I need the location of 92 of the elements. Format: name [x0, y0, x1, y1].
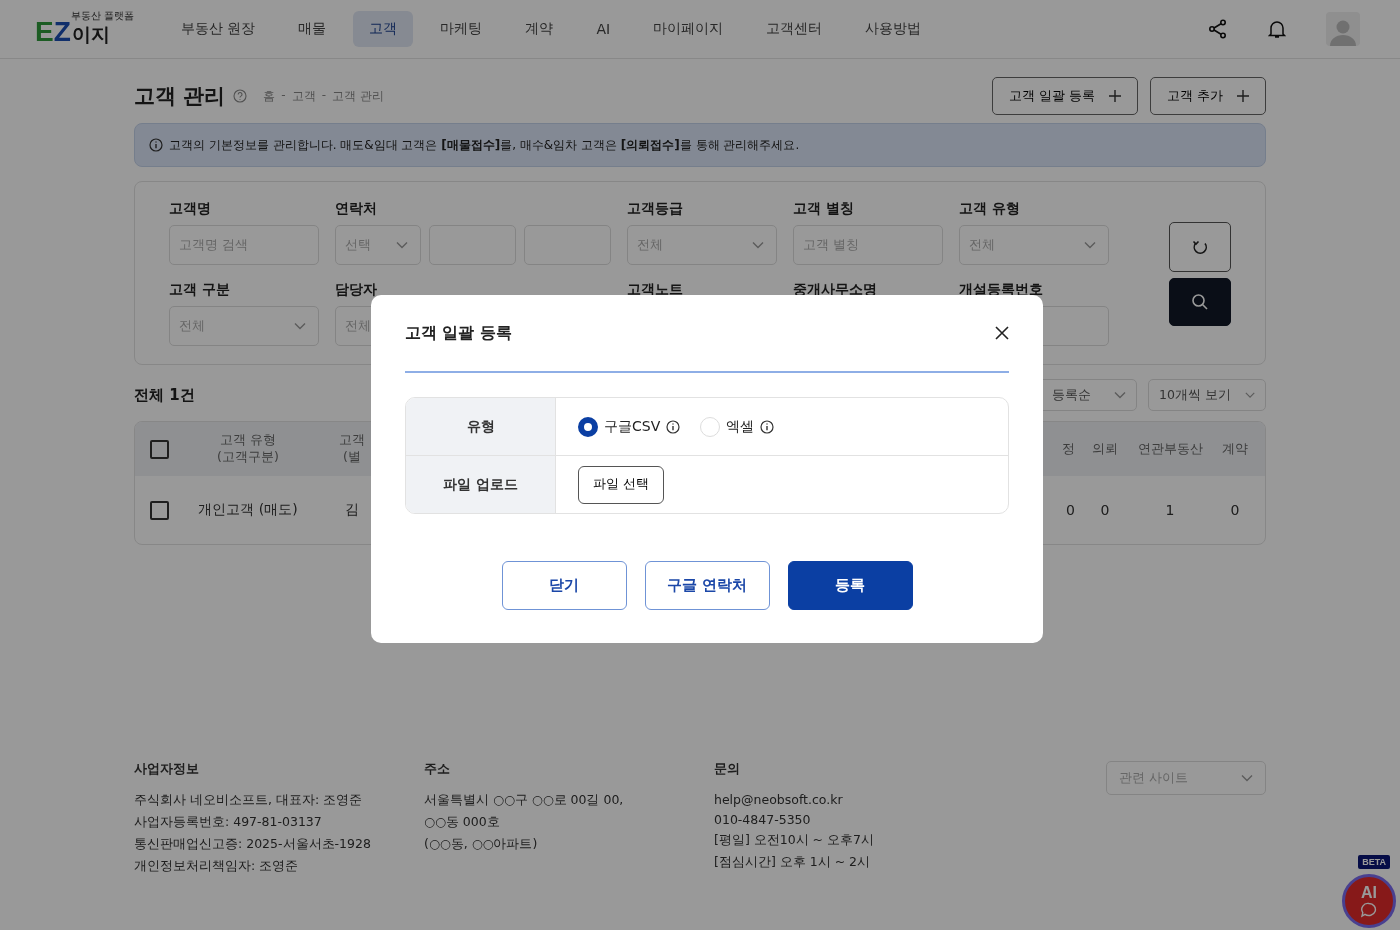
share-icon[interactable] — [1208, 19, 1228, 39]
nav-tab[interactable]: 마이페이지 — [637, 11, 740, 47]
register-button[interactable]: 등록 — [787, 561, 913, 610]
bell-icon[interactable] — [1268, 19, 1286, 39]
notice-text: 고객의 기본정보를 관리합니다. 매도&임대 고객은 [매물접수]를, 매수&임차 고객은 [의뢰접수]를 통해 관리해주세요. — [169, 136, 800, 154]
nav-tab[interactable]: 고객 — [353, 11, 414, 47]
breadcrumb-separator: - — [281, 87, 286, 104]
dialog-button[interactable]: 구글 연락처 — [644, 561, 770, 610]
footer-text: 사업자등록번호: 497-81-03137 — [134, 814, 323, 831]
chat-icon — [1360, 902, 1378, 918]
info-icon — [666, 419, 681, 434]
footer-text: ○○동 000호 — [424, 814, 501, 831]
checkbox[interactable] — [150, 439, 169, 459]
beta-badge: BETA — [1358, 855, 1390, 869]
footer-text: [평일] 오전10시 ~ 오후7시 — [714, 832, 875, 849]
chevron-down-icon — [294, 322, 306, 330]
table-cell-text: 개인고객 (매도) — [197, 501, 299, 519]
dialog-title: 고객 일괄 등록 — [405, 322, 512, 344]
field-label: 담당자 — [335, 281, 378, 299]
footer-text: 개인정보처리책임자: 조영준 — [134, 858, 300, 875]
footer-heading: 사업자정보 — [134, 761, 200, 778]
add-button[interactable]: 고객 추가 — [1150, 77, 1266, 115]
nav-tab[interactable]: 고객센터 — [750, 11, 839, 47]
logo-mark[interactable]: EZ — [35, 15, 71, 48]
plus-icon — [1109, 90, 1121, 102]
field-label: 고객노트 — [627, 281, 684, 299]
chevron-down-icon — [1114, 391, 1126, 399]
radio-label[interactable]: 엑셀 — [726, 417, 755, 436]
footer-text: 서울특별시 ○○구 ○○로 00길 00, — [424, 792, 625, 809]
field-label: 고객 구분 — [169, 281, 231, 299]
radio-button[interactable] — [578, 416, 598, 437]
footer-text: (○○동, ○○아파트) — [424, 836, 539, 853]
nav-tab[interactable]: 사용방법 — [849, 11, 938, 47]
field-label: 고객명 — [169, 200, 212, 218]
chevron-down-icon — [1244, 391, 1255, 399]
column-header: 연관부동산 — [1136, 440, 1204, 458]
footer-text: 010-4847-5350 — [714, 812, 812, 827]
info-icon — [760, 419, 775, 434]
footer-text: help@neobsoft.co.kr — [714, 792, 844, 807]
file-select-button[interactable]: 파일 선택 — [578, 465, 664, 504]
search-icon — [1191, 293, 1209, 311]
breadcrumb-link[interactable]: 홈 — [263, 87, 276, 105]
reset-button[interactable] — [1169, 222, 1231, 272]
table-cell-text: 0 — [1065, 502, 1075, 518]
footer-text: 주식회사 네오비소프트, 대표자: 조영준 — [134, 792, 364, 809]
field-label: 고객 별칭 — [793, 200, 855, 218]
footer-text: [점심시간] 오후 1시 ~ 2시 — [714, 854, 872, 871]
close-icon[interactable] — [995, 326, 1009, 340]
radio-label[interactable]: 구글CSV — [604, 417, 661, 436]
page-size-select[interactable]: 10개씩 보기 — [1148, 379, 1266, 411]
table-cell-text: 0 — [1229, 502, 1241, 518]
row-label: 유형 — [406, 398, 556, 455]
field-label: 고객등급 — [627, 200, 684, 218]
footer-text: 통신판매업신고증: 2025-서울서초-1928 — [134, 836, 372, 853]
footer-heading: 주소 — [424, 761, 451, 778]
refresh-icon — [1191, 238, 1209, 256]
column-header: 정 — [1061, 440, 1075, 458]
breadcrumb-separator: - — [321, 87, 326, 104]
footer-heading: 문의 — [714, 761, 741, 778]
table-cell-text: 김 — [344, 501, 360, 519]
chevron-down-icon — [1084, 241, 1096, 249]
column-header: 의뢰 — [1091, 440, 1119, 458]
nav-tab[interactable]: 매물 — [282, 11, 343, 47]
add-button[interactable]: 고객 일괄 등록 — [992, 77, 1138, 115]
nav-tab[interactable]: 계약 — [509, 11, 570, 47]
breadcrumb-link[interactable]: 고객 관리 — [332, 87, 384, 105]
row-label: 파일 업로드 — [406, 456, 556, 513]
ai-chat-button[interactable]: AI — [1342, 874, 1396, 928]
search-button[interactable] — [1169, 278, 1231, 326]
page-title: 고객 관리 — [134, 83, 226, 110]
help-icon[interactable] — [233, 89, 248, 103]
logo-tagline: 부동산 플랫폼 — [70, 10, 134, 21]
table-cell-text: 1 — [1164, 502, 1176, 518]
nav-tab[interactable]: 부동산 원장 — [165, 11, 272, 47]
field-label: 고객 유형 — [959, 200, 1021, 218]
dialog-button[interactable]: 닫기 — [501, 561, 627, 610]
result-count: 전체 1건 — [134, 385, 195, 405]
logo-name[interactable]: 이지 — [71, 21, 110, 48]
nav-tab[interactable]: AI — [580, 11, 627, 47]
column-header: 계약 — [1221, 440, 1249, 458]
breadcrumb-link[interactable]: 고객 — [291, 87, 316, 105]
table-cell-text: 0 — [1099, 502, 1111, 518]
checkbox[interactable] — [150, 500, 169, 520]
info-icon — [149, 138, 163, 152]
chevron-down-icon — [396, 241, 408, 249]
nav-tab[interactable]: 마케팅 — [424, 11, 499, 47]
field-label: 연락처 — [335, 200, 378, 218]
plus-icon — [1237, 90, 1249, 102]
column-header: 고객 유형 (고객구분) — [216, 432, 280, 466]
chevron-down-icon — [752, 241, 764, 249]
chevron-down-icon — [1241, 774, 1253, 782]
column-header: 고객 (별 — [338, 432, 366, 466]
